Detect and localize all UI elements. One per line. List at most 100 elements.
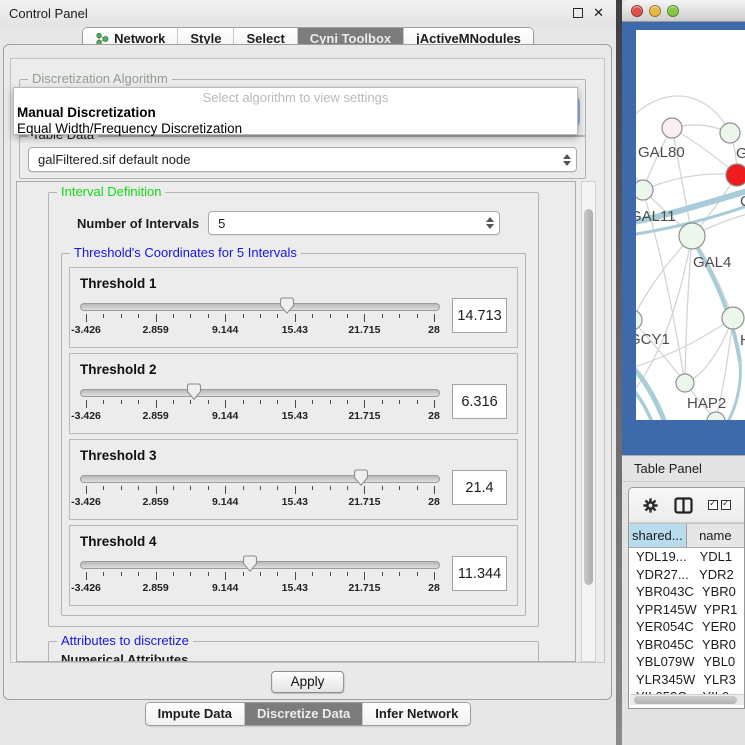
network-graph[interactable]: GAL80GACGAL11GAL4GCY1HHAP2 — [636, 30, 745, 420]
select-columns-icon[interactable] — [708, 500, 731, 510]
cell-name[interactable]: YDR2 — [689, 566, 744, 584]
network-node-ga[interactable] — [720, 123, 740, 143]
cell-name[interactable]: YPR1 — [697, 601, 744, 619]
slider-tick — [434, 314, 435, 322]
apply-button[interactable]: Apply — [271, 671, 345, 693]
cell-shared-name[interactable]: YDL19... — [629, 548, 688, 566]
slider-tick — [121, 572, 122, 576]
table-row[interactable]: YER054CYER0 — [629, 618, 744, 636]
panel-title: Control Panel — [9, 6, 88, 21]
network-node-h[interactable] — [722, 307, 744, 329]
slider-track[interactable] — [80, 303, 440, 311]
slider-tick — [295, 486, 296, 494]
network-node-label: C — [740, 193, 745, 210]
slider-track[interactable] — [80, 475, 440, 483]
cell-shared-name[interactable]: YER054C — [629, 618, 694, 636]
network-node-gcy1[interactable] — [636, 310, 642, 330]
threshold-value-field[interactable]: 14.713 — [452, 298, 507, 333]
algorithm-option[interactable]: Equal Width/Frequency Discretization — [14, 121, 577, 137]
slider-tick-label: 28 — [428, 324, 440, 336]
tab-discretize-data[interactable]: Discretize Data — [244, 703, 362, 725]
network-node-label: GAL4 — [693, 254, 731, 271]
horizontal-scrollbar[interactable] — [630, 694, 744, 705]
network-node-gal11[interactable] — [636, 180, 653, 200]
table-column-header[interactable]: name — [687, 524, 744, 547]
slider-thumb[interactable] — [353, 469, 369, 487]
tab-infer-network[interactable]: Infer Network — [362, 703, 470, 725]
slider-tick — [138, 572, 139, 576]
gear-icon[interactable] — [642, 497, 659, 514]
slider-tick — [190, 486, 191, 490]
threshold-slider[interactable]: -3.4262.8599.14415.4321.71528 — [80, 556, 440, 596]
cell-shared-name[interactable]: YLR345W — [629, 671, 695, 689]
threshold-value-field[interactable]: 11.344 — [452, 556, 507, 591]
network-node-gal80[interactable] — [662, 118, 682, 138]
slider-track[interactable] — [80, 389, 440, 397]
table-toolbar — [629, 488, 744, 523]
threshold-label: Threshold 3 — [80, 448, 507, 463]
cell-name[interactable]: YBR0 — [694, 636, 744, 654]
table-row[interactable]: YPR145WYPR1 — [629, 601, 744, 619]
cell-name[interactable]: YLR3 — [695, 671, 744, 689]
slider-thumb[interactable] — [279, 297, 295, 315]
network-node-gal4[interactable] — [679, 223, 705, 249]
spinner-arrows-icon[interactable] — [481, 212, 499, 234]
algorithm-option[interactable]: Manual Discretization — [14, 105, 577, 121]
cell-name[interactable]: YBL0 — [695, 653, 744, 671]
algorithm-hint: Select algorithm to view settings — [14, 88, 577, 105]
table-row[interactable]: YDR27...YDR2 — [629, 566, 744, 584]
cell-shared-name[interactable]: YDR27... — [629, 566, 689, 584]
cell-name[interactable]: YDL1 — [688, 548, 744, 566]
slider-tick-label: 21.715 — [348, 582, 380, 594]
slider-tick-label: 9.144 — [212, 496, 238, 508]
cell-shared-name[interactable]: YPR145W — [629, 601, 697, 619]
slider-tick-label: -3.426 — [71, 324, 101, 336]
vertical-scrollbar[interactable] — [581, 181, 596, 662]
slider-track[interactable] — [80, 561, 440, 569]
slider-tick — [399, 400, 400, 404]
threshold-panel-2: Threshold 2-3.4262.8599.14415.4321.71528… — [69, 353, 518, 434]
threshold-value-field[interactable]: 6.316 — [452, 384, 507, 419]
bottom-tab-bar: Impute DataDiscretize DataInfer Network — [0, 702, 616, 726]
table-row[interactable]: YLR345WYLR3 — [629, 671, 744, 689]
table-column-header[interactable]: shared... — [629, 524, 687, 547]
thresholds-group: Threshold's Coordinates for 5 Intervals … — [61, 253, 526, 616]
traffic-light-close-icon[interactable] — [631, 5, 643, 17]
tab-impute-data[interactable]: Impute Data — [146, 703, 244, 725]
threshold-value-field[interactable]: 21.4 — [452, 470, 507, 505]
split-view-icon[interactable] — [674, 497, 693, 514]
slider-tick — [295, 314, 296, 322]
cell-name[interactable]: YBR0 — [694, 583, 744, 601]
cell-shared-name[interactable]: YBL079W — [629, 653, 695, 671]
network-canvas[interactable]: GAL80GACGAL11GAL4GCY1HHAP2 — [636, 30, 745, 420]
table-row[interactable]: YBR045CYBR0 — [629, 636, 744, 654]
horizontal-scrollbar-thumb[interactable] — [634, 696, 737, 704]
network-node-c[interactable] — [726, 164, 745, 186]
number-of-intervals-combobox[interactable]: 5 — [208, 211, 500, 235]
network-node-hap2[interactable] — [676, 374, 694, 392]
cell-shared-name[interactable]: YBR045C — [629, 636, 694, 654]
cell-name[interactable]: YER0 — [694, 618, 744, 636]
table-row[interactable]: YBR043CYBR0 — [629, 583, 744, 601]
slider-tick — [121, 486, 122, 490]
table-row[interactable]: YBL079WYBL0 — [629, 653, 744, 671]
slider-thumb[interactable] — [242, 555, 258, 573]
threshold-slider[interactable]: -3.4262.8599.14415.4321.71528 — [80, 470, 440, 510]
traffic-light-zoom-icon[interactable] — [667, 5, 679, 17]
threshold-slider[interactable]: -3.4262.8599.14415.4321.71528 — [80, 384, 440, 424]
slider-tick — [364, 400, 365, 408]
network-node-label: GAL80 — [638, 144, 685, 161]
slider-thumb[interactable] — [186, 383, 202, 401]
vertical-scrollbar-thumb[interactable] — [584, 209, 593, 585]
table-row[interactable]: YDL19...YDL1 — [629, 548, 744, 566]
spinner-arrows-icon[interactable] — [558, 148, 576, 171]
table-data-combobox[interactable]: galFiltered.sif default node — [28, 147, 577, 172]
close-icon[interactable]: ✕ — [593, 5, 604, 21]
cell-shared-name[interactable]: YBR043C — [629, 583, 694, 601]
threshold-slider[interactable]: -3.4262.8599.14415.4321.71528 — [80, 298, 440, 338]
slider-tick — [312, 400, 313, 404]
slider-tick — [103, 314, 104, 318]
traffic-light-minimize-icon[interactable] — [649, 5, 661, 17]
float-window-icon[interactable] — [573, 8, 583, 18]
slider-tick — [347, 486, 348, 490]
